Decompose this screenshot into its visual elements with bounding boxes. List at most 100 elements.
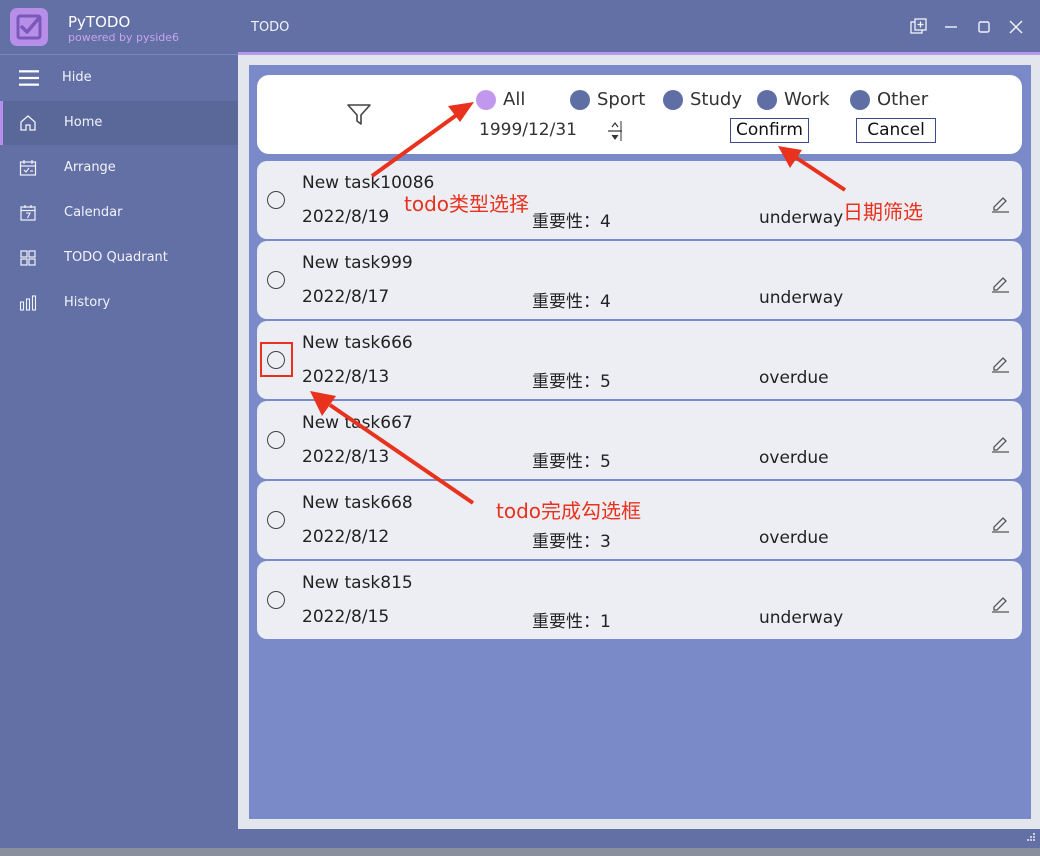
status-strip (238, 829, 1040, 848)
radio-dot (757, 90, 777, 110)
sidebar-item-history[interactable]: History (0, 281, 238, 325)
annotation-done-checkbox: todo完成勾选框 (496, 499, 642, 523)
app-window: PyTODO powered by pyside6 Hide Home Arra… (0, 0, 1040, 856)
task-importance: 重要性：3 (532, 527, 611, 552)
importance-value: 4 (600, 292, 611, 312)
sidebar-item-calendar[interactable]: Calendar (0, 191, 238, 235)
category-radio-study[interactable]: Study (663, 88, 743, 112)
task-name: New task815 (302, 573, 413, 593)
task-name: New task666 (302, 333, 413, 353)
calendar-icon (20, 205, 36, 221)
task-complete-checkbox[interactable] (267, 431, 285, 449)
sidebar-item-label: History (64, 295, 111, 310)
category-radio-work[interactable]: Work (757, 88, 837, 112)
importance-value: 1 (600, 612, 611, 632)
edit-icon[interactable] (990, 593, 1010, 613)
category-radio-other[interactable]: Other (850, 88, 930, 112)
importance-value: 5 (600, 372, 611, 392)
close-icon[interactable] (1005, 16, 1027, 38)
title-bar: TODO (238, 0, 1040, 54)
task-complete-checkbox[interactable] (267, 191, 285, 209)
importance-label: 重要性： (532, 212, 600, 232)
edit-icon[interactable] (990, 513, 1010, 533)
window-title: TODO (251, 20, 290, 35)
importance-label: 重要性： (532, 532, 600, 552)
task-date: 2022/8/13 (302, 367, 390, 387)
radio-dot (663, 90, 683, 110)
category-label: All (503, 89, 526, 110)
app-name: PyTODO (68, 13, 131, 31)
edit-icon[interactable] (990, 193, 1010, 213)
filter-icon[interactable] (346, 102, 372, 128)
radio-dot (570, 90, 590, 110)
importance-label: 重要性： (532, 292, 600, 312)
task-importance: 重要性：5 (532, 367, 611, 392)
resize-grip-icon[interactable] (1024, 832, 1036, 844)
cancel-button[interactable]: Cancel (856, 118, 936, 143)
maximize-icon[interactable] (973, 16, 995, 38)
task-complete-checkbox[interactable] (267, 591, 285, 609)
category-label: Sport (597, 89, 646, 110)
task-name: New task667 (302, 413, 413, 433)
task-status: overdue (759, 448, 829, 468)
history-icon (19, 295, 37, 311)
sidebar-hide-toggle[interactable]: Hide (0, 56, 238, 100)
hamburger-icon (19, 70, 39, 86)
task-name: New task668 (302, 493, 413, 513)
arrange-icon (19, 160, 37, 176)
task-complete-checkbox[interactable] (267, 511, 285, 529)
category-label: Other (877, 89, 929, 110)
edit-icon[interactable] (990, 433, 1010, 453)
task-status: underway (759, 288, 844, 308)
task-status: overdue (759, 528, 829, 548)
annotation-type-select: todo类型选择 (404, 192, 530, 216)
task-importance: 重要性：5 (532, 447, 611, 472)
app-subtitle: powered by pyside6 (68, 31, 180, 44)
annotation-date-filter: 日期筛选 (843, 200, 923, 224)
importance-label: 重要性： (532, 372, 600, 392)
sidebar: PyTODO powered by pyside6 Hide Home Arra… (0, 0, 238, 856)
app-logo (10, 8, 48, 46)
task-status: overdue (759, 368, 829, 388)
task-date: 2022/8/13 (302, 447, 390, 467)
minimize-icon[interactable] (940, 16, 962, 38)
task-status: underway (759, 608, 844, 628)
date-spinner-icon[interactable] (604, 119, 624, 143)
task-importance: 重要性：4 (532, 287, 611, 312)
sidebar-item-arrange[interactable]: Arrange (0, 146, 238, 190)
task-status: underway (759, 208, 844, 228)
annotation-highlight-box (260, 342, 293, 377)
task-date: 2022/8/12 (302, 527, 390, 547)
task-date: 2022/8/19 (302, 207, 390, 227)
desktop-background (0, 848, 1040, 856)
home-icon (20, 115, 36, 131)
confirm-button[interactable]: Confirm (730, 118, 809, 143)
edit-icon[interactable] (990, 273, 1010, 293)
importance-value: 5 (600, 452, 611, 472)
radio-dot (850, 90, 870, 110)
task-date: 2022/8/17 (302, 287, 390, 307)
task-importance: 重要性：1 (532, 607, 611, 632)
edit-icon[interactable] (990, 353, 1010, 373)
task-complete-checkbox[interactable] (267, 271, 285, 289)
importance-label: 重要性： (532, 452, 600, 472)
sidebar-item-home[interactable]: Home (0, 101, 238, 145)
importance-value: 3 (600, 532, 611, 552)
radio-dot (476, 90, 496, 110)
sidebar-item-label: Home (64, 115, 103, 130)
category-radio-sport[interactable]: Sport (570, 88, 650, 112)
quadrant-icon (20, 250, 36, 266)
sidebar-divider (0, 54, 238, 55)
pin-window-icon[interactable] (908, 16, 930, 38)
sidebar-hide-label: Hide (62, 70, 92, 85)
task-name: New task999 (302, 253, 413, 273)
sidebar-item-label: Calendar (64, 205, 123, 220)
date-filter-input[interactable]: 1999/12/31 (479, 120, 577, 140)
importance-value: 4 (600, 212, 611, 232)
importance-label: 重要性： (532, 612, 600, 632)
sidebar-item-label: Arrange (64, 160, 116, 175)
sidebar-item-quadrant[interactable]: TODO Quadrant (0, 236, 238, 280)
sidebar-item-label: TODO Quadrant (64, 250, 168, 265)
category-label: Study (690, 89, 742, 110)
category-radio-all[interactable]: All (476, 88, 536, 112)
